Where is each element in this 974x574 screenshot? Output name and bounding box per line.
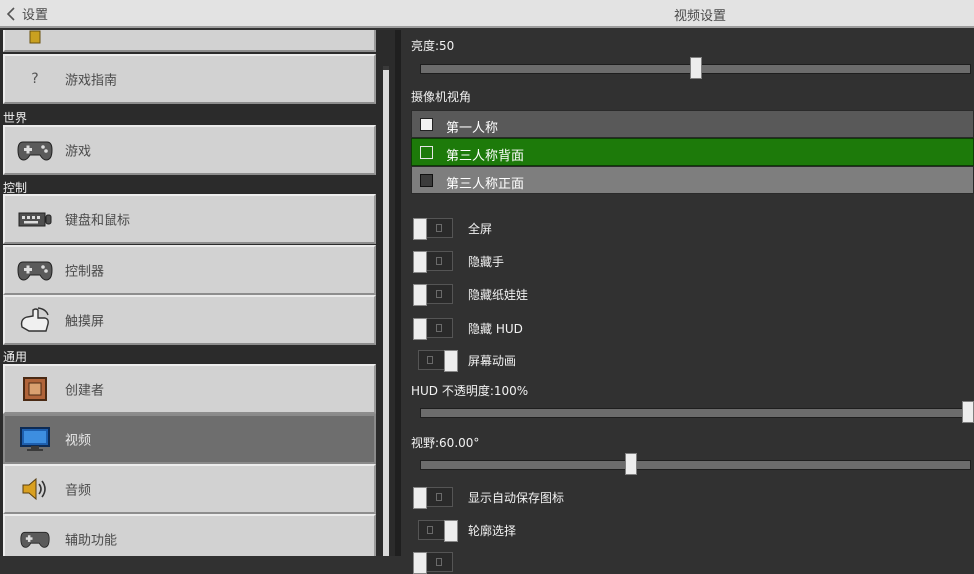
hide-hud-label: 隐藏 HUD	[468, 322, 523, 336]
hide-paperdoll-label: 隐藏纸娃娃	[468, 288, 529, 302]
screen-animation-toggle[interactable]	[418, 350, 458, 372]
creator-icon	[17, 375, 53, 403]
radio-box	[420, 174, 433, 187]
hide-hand-label: 隐藏手	[468, 255, 505, 269]
sidebar-item-game[interactable]: 游戏	[3, 125, 376, 175]
page-title: 视频设置	[673, 9, 726, 24]
sidebar-item-video[interactable]: 视频	[3, 414, 376, 464]
hide-hud-toggle[interactable]	[413, 318, 453, 340]
fullscreen-label: 全屏	[468, 222, 493, 236]
outline-selection-label: 轮廓选择	[468, 524, 517, 538]
video-settings-panel: 亮度:50 摄像机视角 第一人称 第三人称背面 第三人称正面 全屏 隐藏手 隐藏…	[401, 30, 974, 574]
keyboard-icon	[17, 205, 53, 233]
hud-opacity-label: HUD 不透明度:100%	[411, 384, 529, 398]
next-setting-toggle-partial[interactable]	[413, 552, 453, 574]
sidebar-scrollbar-thumb[interactable]	[383, 70, 389, 556]
slider-track	[420, 408, 974, 418]
radio-box	[420, 146, 433, 159]
touch-hand-icon	[17, 306, 53, 334]
section-world: 世界	[3, 111, 28, 125]
option-label: 第三人称背面	[446, 149, 525, 164]
camera-option-third-person-front[interactable]: 第三人称正面	[411, 166, 974, 194]
title-bar: 设置 视频设置	[0, 0, 974, 28]
slider-knob[interactable]	[690, 57, 702, 79]
gamepad-icon	[17, 525, 53, 553]
brightness-label: 亮度:50	[411, 39, 455, 53]
sidebar-item-touchscreen[interactable]: 触摸屏	[3, 295, 376, 345]
outline-selection-toggle[interactable]	[418, 520, 458, 542]
sidebar-item-game-guide[interactable]: ? 游戏指南	[3, 54, 376, 104]
back-button[interactable]: 设置	[6, 4, 48, 23]
gamepad-icon	[17, 136, 53, 164]
slider-knob[interactable]	[962, 401, 974, 423]
screen-animation-label: 屏幕动画	[468, 354, 517, 368]
brightness-slider[interactable]	[420, 57, 971, 79]
sidebar-item-partial[interactable]	[3, 30, 376, 52]
fov-label: 视野:60.00°	[411, 436, 480, 450]
camera-perspective-label: 摄像机视角	[411, 90, 472, 104]
section-general: 通用	[3, 350, 28, 364]
fullscreen-toggle[interactable]	[413, 218, 453, 240]
sidebar-item-accessibility[interactable]: 辅助功能	[3, 514, 376, 556]
option-label: 第一人称	[446, 121, 499, 136]
question-icon: ?	[31, 71, 39, 87]
slider-track	[420, 460, 971, 470]
settings-sidebar: ? 游戏指南 世界 游戏 控制 键盘和鼠标 控制器 触摸屏 通用 创建者 视频 …	[0, 30, 395, 556]
gamepad-icon	[17, 256, 53, 284]
hide-hand-toggle[interactable]	[413, 251, 453, 273]
sidebar-item-creator[interactable]: 创建者	[3, 364, 376, 414]
hide-paperdoll-toggle[interactable]	[413, 284, 453, 306]
book-icon	[17, 30, 53, 51]
speaker-icon	[17, 475, 53, 503]
radio-box	[420, 118, 433, 131]
camera-option-first-person[interactable]: 第一人称	[411, 110, 974, 138]
slider-knob[interactable]	[625, 453, 637, 475]
camera-option-third-person-back[interactable]: 第三人称背面	[411, 138, 974, 166]
chevron-left-icon	[6, 6, 15, 21]
fov-slider[interactable]	[420, 453, 971, 475]
monitor-icon	[17, 425, 53, 453]
sidebar-item-keyboard-mouse[interactable]: 键盘和鼠标	[3, 194, 376, 244]
option-label: 第三人称正面	[446, 177, 525, 192]
sidebar-item-audio[interactable]: 音频	[3, 464, 376, 514]
back-label: 设置	[22, 8, 49, 23]
hud-opacity-slider[interactable]	[420, 401, 974, 423]
autosave-icon-toggle[interactable]	[413, 487, 453, 509]
sidebar-item-controller[interactable]: 控制器	[3, 245, 376, 295]
autosave-icon-label: 显示自动保存图标	[468, 491, 565, 505]
